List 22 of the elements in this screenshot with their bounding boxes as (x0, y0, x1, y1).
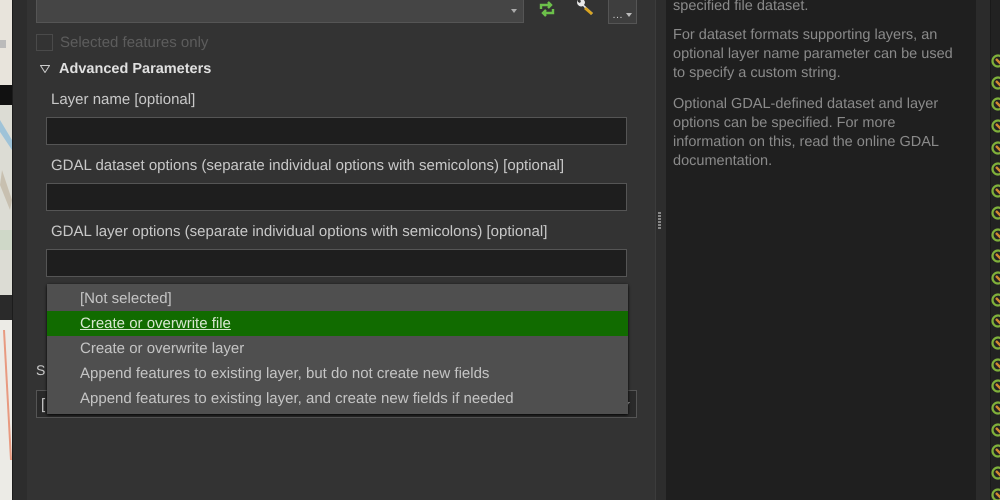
dropdown-option[interactable]: [Not selected] (47, 286, 628, 311)
collapse-triangle-icon[interactable] (40, 65, 50, 73)
field-label: GDAL layer options (separate individual options with semicolons) [optional] (51, 223, 548, 241)
dropdown-option[interactable]: Create or overwrite layer (47, 336, 628, 361)
caret-icon (626, 12, 632, 16)
section-title: Advanced Parameters (59, 61, 212, 77)
sync-icon[interactable] (538, 0, 556, 18)
caret-icon (511, 9, 517, 13)
input-field[interactable] (46, 249, 627, 277)
splitter-handle-icon[interactable] (658, 212, 661, 230)
wrench-icon[interactable] (575, 0, 595, 18)
field-label: S (36, 361, 46, 379)
help-paragraph: Optional GDAL-defined dataset and layer options can be specified. For more information on this, read the online GDAL documentation. (673, 95, 940, 171)
more-button[interactable]: … (608, 0, 637, 24)
input-field[interactable] (46, 117, 627, 145)
field-label: GDAL dataset options (separate individual options with semicolons) [optional] (51, 157, 566, 175)
dropdown-option[interactable]: Create or overwrite file (47, 311, 628, 336)
help-paragraph: For dataset formats supporting layers, an optional layer name parameter can be used to specify a custom string. (673, 26, 954, 83)
field-label: Layer name [optional] (51, 91, 196, 109)
dropdown-option[interactable]: Append features to existing layer, but do not create new fields (47, 361, 628, 386)
input-field[interactable] (46, 183, 627, 211)
dropdown-option[interactable]: Append features to existing layer, and create new fields if needed (47, 386, 628, 411)
